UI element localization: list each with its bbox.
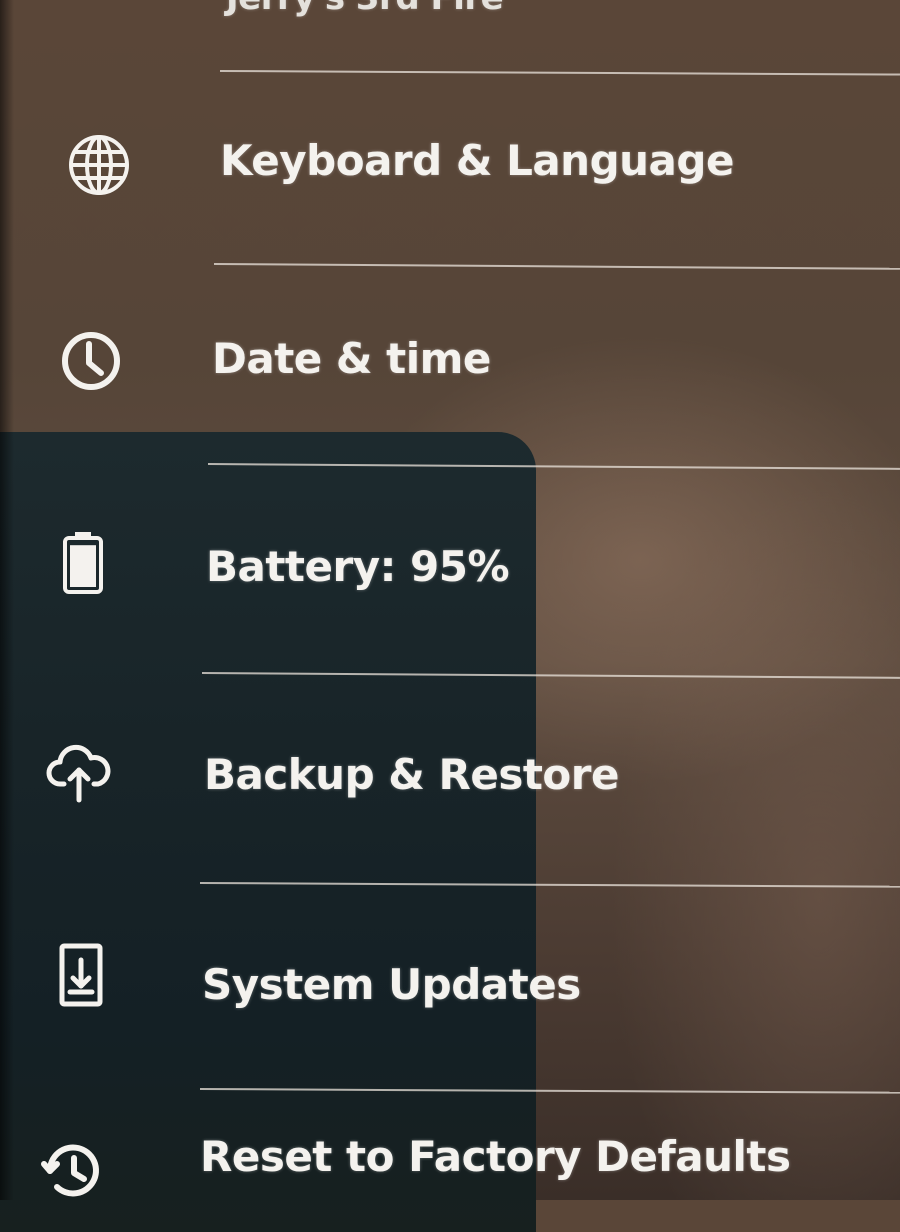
settings-item-label: System Updates [202, 960, 581, 1009]
screen-edge-shadow [0, 0, 14, 1200]
settings-item-backup-restore[interactable]: Backup & Restore [0, 680, 900, 880]
settings-item-label: Backup & Restore [204, 750, 619, 799]
settings-item-device-name[interactable]: Jerry's 3rd Fire [0, 0, 900, 60]
settings-item-label: Battery: 95% [206, 542, 510, 591]
reset-history-icon [38, 1136, 108, 1206]
settings-item-keyboard-language[interactable]: Keyboard & Language [0, 90, 900, 260]
clock-icon [56, 326, 126, 396]
settings-item-reset-factory-defaults[interactable]: Reset to Factory Defaults [0, 1096, 900, 1200]
settings-item-label: Date & time [212, 334, 491, 383]
divider [207, 463, 900, 470]
globe-icon [64, 130, 134, 200]
settings-item-label: Jerry's 3rd Fire [226, 0, 504, 18]
divider [213, 263, 900, 270]
settings-item-battery[interactable]: Battery: 95% [0, 470, 900, 670]
divider [199, 882, 900, 888]
settings-item-label: Keyboard & Language [220, 136, 734, 185]
settings-item-system-updates[interactable]: System Updates [0, 890, 900, 1090]
settings-item-label: Reset to Factory Defaults [200, 1132, 791, 1181]
cloud-upload-icon [44, 738, 114, 808]
settings-item-date-time[interactable]: Date & time [0, 270, 900, 460]
battery-level-fill [70, 545, 96, 587]
divider [219, 70, 900, 76]
divider [201, 672, 900, 679]
settings-list: Jerry's 3rd Fire Keyboard & Language Dat… [0, 0, 900, 1200]
battery-icon [48, 528, 118, 598]
system-update-icon [46, 940, 116, 1010]
